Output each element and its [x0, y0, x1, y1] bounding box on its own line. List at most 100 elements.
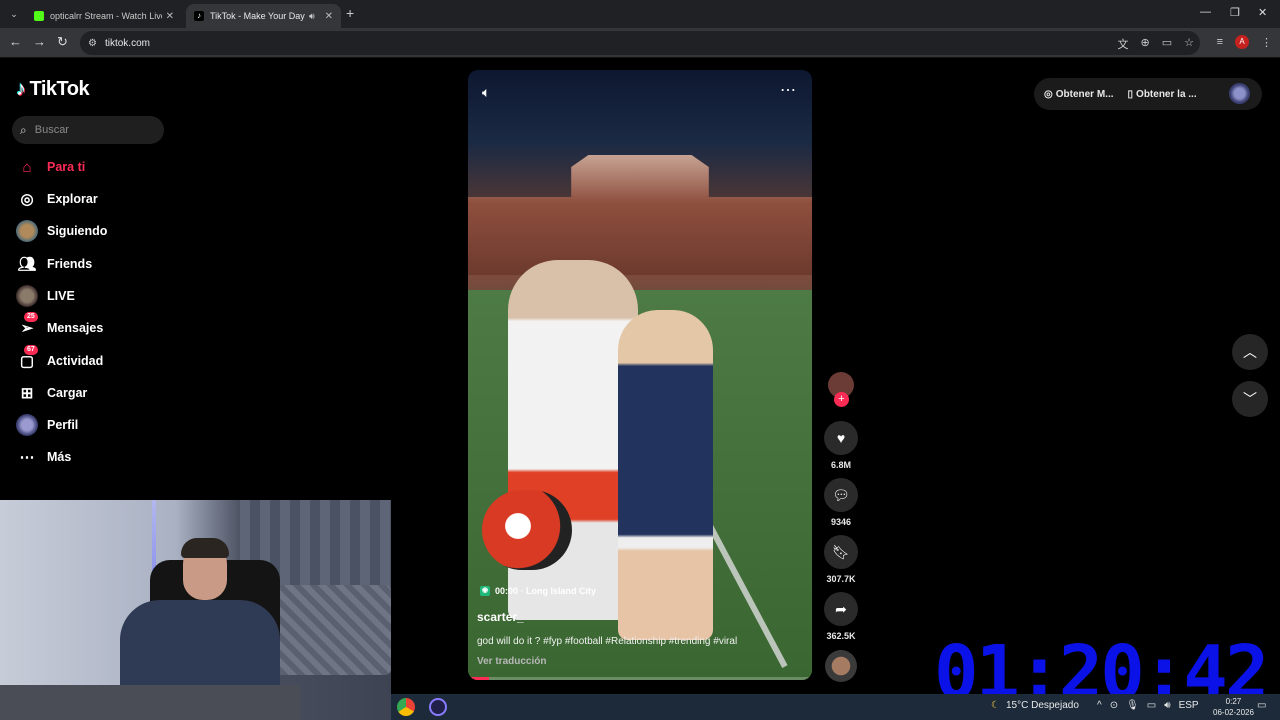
- webcam-overlay: [0, 500, 391, 720]
- weather-widget[interactable]: ☾ 15°C Despejado: [991, 700, 1079, 711]
- sidebar-item-cargar[interactable]: ⊞ Cargar: [16, 381, 88, 405]
- zoom-icon[interactable]: ⊕: [1141, 36, 1150, 52]
- clock-time: 0:27: [1225, 697, 1242, 706]
- reload-icon[interactable]: ↻: [57, 34, 68, 50]
- cheerleader: [618, 310, 713, 640]
- new-tab-button[interactable]: +: [346, 5, 354, 21]
- sidebar-item-perfil[interactable]: Perfil: [16, 413, 78, 437]
- sidebar-item-label: Mensajes: [47, 321, 104, 335]
- video-author[interactable]: scarter_: [477, 610, 524, 624]
- profile-avatar: [16, 414, 38, 436]
- site-info-icon[interactable]: ⚙: [88, 38, 97, 49]
- network-icon[interactable]: ▭: [1147, 700, 1156, 711]
- video-player[interactable]: 🔈︎ ⋯ ◉ 00:00 · Long Island City scarter_…: [468, 70, 812, 680]
- sidebar-item-label: Cargar: [47, 386, 88, 400]
- tab-kick-stream[interactable]: opticalrr Stream - Watch Live o... ✕: [26, 4, 182, 28]
- search-icon: ⌕: [20, 122, 27, 137]
- bookmark-star-icon[interactable]: ☆: [1184, 36, 1194, 52]
- sidebar-item-label: Siguiendo: [47, 224, 108, 238]
- user-avatar[interactable]: [1229, 83, 1250, 104]
- sidebar-item-label: Friends: [47, 257, 93, 271]
- sidebar-item-live[interactable]: LIVE: [16, 284, 75, 308]
- close-window-icon[interactable]: ✕: [1258, 6, 1267, 19]
- back-icon[interactable]: ←: [9, 34, 22, 49]
- moon-icon: ☾: [991, 700, 1000, 711]
- get-coins-button[interactable]: ◎ Obtener M...: [1044, 89, 1114, 100]
- forward-icon[interactable]: →: [33, 34, 46, 49]
- mic-icon[interactable]: 🎙︎: [1126, 700, 1139, 711]
- restore-icon[interactable]: ❐: [1230, 6, 1240, 19]
- tab-search-chevron-icon[interactable]: ⌄: [6, 6, 22, 22]
- video-caption: god will do it ? #fyp #football #Relatio…: [477, 636, 738, 647]
- tray-app-icon[interactable]: ⊙: [1110, 700, 1118, 711]
- system-tray: ^ ⊙ 🎙︎ ▭ 🔊︎ ESP: [1097, 700, 1199, 711]
- sidebar-item-label: Perfil: [47, 418, 79, 432]
- sidebar-item-para-ti[interactable]: ⌂ Para ti: [16, 155, 85, 179]
- next-video-button[interactable]: ﹀: [1232, 381, 1268, 417]
- bookmark-icon[interactable]: 🔖︎: [824, 535, 858, 569]
- sidebar-item-label: Para ti: [47, 160, 86, 174]
- chevron-up-icon: ︿: [1243, 344, 1257, 360]
- address-bar[interactable]: ⚙ tiktok.com: [80, 31, 1200, 55]
- language-indicator[interactable]: ESP: [1179, 700, 1199, 711]
- chrome-app-icon[interactable]: [397, 698, 415, 716]
- search-input[interactable]: ⌕ Buscar: [12, 116, 164, 144]
- omnibox-actions: 文 ⊕ ▭ ☆: [1118, 36, 1195, 52]
- tiktok-note-icon: ♪: [16, 78, 26, 100]
- browser-menu-icon[interactable]: ⋮: [1261, 36, 1272, 49]
- video-progress-bar[interactable]: [468, 677, 812, 680]
- sidebar-item-explorar[interactable]: ◎ Explorar: [16, 187, 98, 211]
- football-helmet: [482, 490, 572, 570]
- previous-video-button[interactable]: ︿: [1232, 334, 1268, 370]
- speaker-icon[interactable]: 🔊︎: [1164, 700, 1170, 711]
- coin-icon: ◎: [1044, 88, 1053, 100]
- get-app-button[interactable]: ▯ Obtener la ...: [1128, 89, 1197, 100]
- app-icon[interactable]: [429, 698, 447, 716]
- tab-tiktok[interactable]: ♪ TikTok - Make Your Day 🔊︎ ✕: [186, 4, 341, 28]
- sidebar-item-label: Explorar: [47, 192, 98, 206]
- browser-toolbar: ← → ↻ ⚙ tiktok.com 文 ⊕ ▭ ☆ ≡ A ⋮: [0, 28, 1280, 58]
- share-icon[interactable]: ➦: [824, 592, 858, 626]
- more-options-icon[interactable]: ⋯: [780, 80, 796, 100]
- stadium-building: [468, 155, 812, 275]
- taskbar-clock[interactable]: 0:27 06-02-2026: [1213, 696, 1254, 718]
- desk: [0, 685, 300, 720]
- notifications-icon[interactable]: ▭: [1257, 700, 1266, 711]
- sidebar-item-friends[interactable]: 👥︎ Friends: [16, 252, 92, 276]
- comment-icon[interactable]: 💬︎: [824, 478, 858, 512]
- minimize-icon[interactable]: —: [1200, 6, 1211, 18]
- save-count: 307.7K: [826, 574, 856, 584]
- close-tab-icon[interactable]: ✕: [325, 11, 333, 22]
- tab-audio-icon[interactable]: 🔊︎: [309, 11, 315, 22]
- volume-icon[interactable]: 🔈︎: [482, 84, 490, 101]
- get-app-label: Obtener la ...: [1136, 88, 1197, 100]
- heart-icon[interactable]: ♥: [824, 421, 858, 455]
- sidebar-item-mensajes[interactable]: ➢ 25 Mensajes: [16, 312, 104, 340]
- toolbar-right: ≡ A ⋮: [1217, 35, 1272, 49]
- kick-favicon-icon: [34, 11, 44, 21]
- tiktok-logo[interactable]: ♪ TikTok: [16, 78, 90, 101]
- see-translation-link[interactable]: Ver traducción: [477, 656, 546, 667]
- cast-icon[interactable]: ▭: [1162, 36, 1172, 52]
- like-action: ♥ 6.8M: [824, 421, 858, 470]
- media-control-icon[interactable]: ≡: [1217, 36, 1223, 48]
- weather-text: 15°C Despejado: [1005, 700, 1079, 711]
- music-disc[interactable]: [825, 650, 857, 682]
- tray-chevron-icon[interactable]: ^: [1097, 700, 1102, 711]
- profile-avatar[interactable]: A: [1235, 35, 1249, 49]
- save-action: 🔖︎ 307.7K: [824, 535, 858, 584]
- sidebar-item-siguiendo[interactable]: Siguiendo: [16, 219, 107, 243]
- more-icon: ⋯: [19, 449, 35, 466]
- translate-icon[interactable]: 文: [1118, 36, 1129, 52]
- comment-count: 9346: [830, 517, 852, 527]
- follow-plus-icon[interactable]: +: [834, 392, 849, 407]
- messages-badge: 25: [24, 312, 38, 322]
- location-tag[interactable]: ◉ 00:00 · Long Island City: [480, 586, 596, 596]
- inbox-icon: ▢ 67: [16, 345, 38, 372]
- search-placeholder: Buscar: [34, 124, 69, 136]
- sidebar-item-mas[interactable]: ⋯ Más: [16, 445, 72, 469]
- close-tab-icon[interactable]: ✕: [166, 11, 174, 22]
- top-actions-pill: ◎ Obtener M... ▯ Obtener la ...: [1034, 78, 1262, 110]
- live-avatar: [16, 285, 38, 307]
- sidebar-item-actividad[interactable]: ▢ 67 Actividad: [16, 345, 103, 373]
